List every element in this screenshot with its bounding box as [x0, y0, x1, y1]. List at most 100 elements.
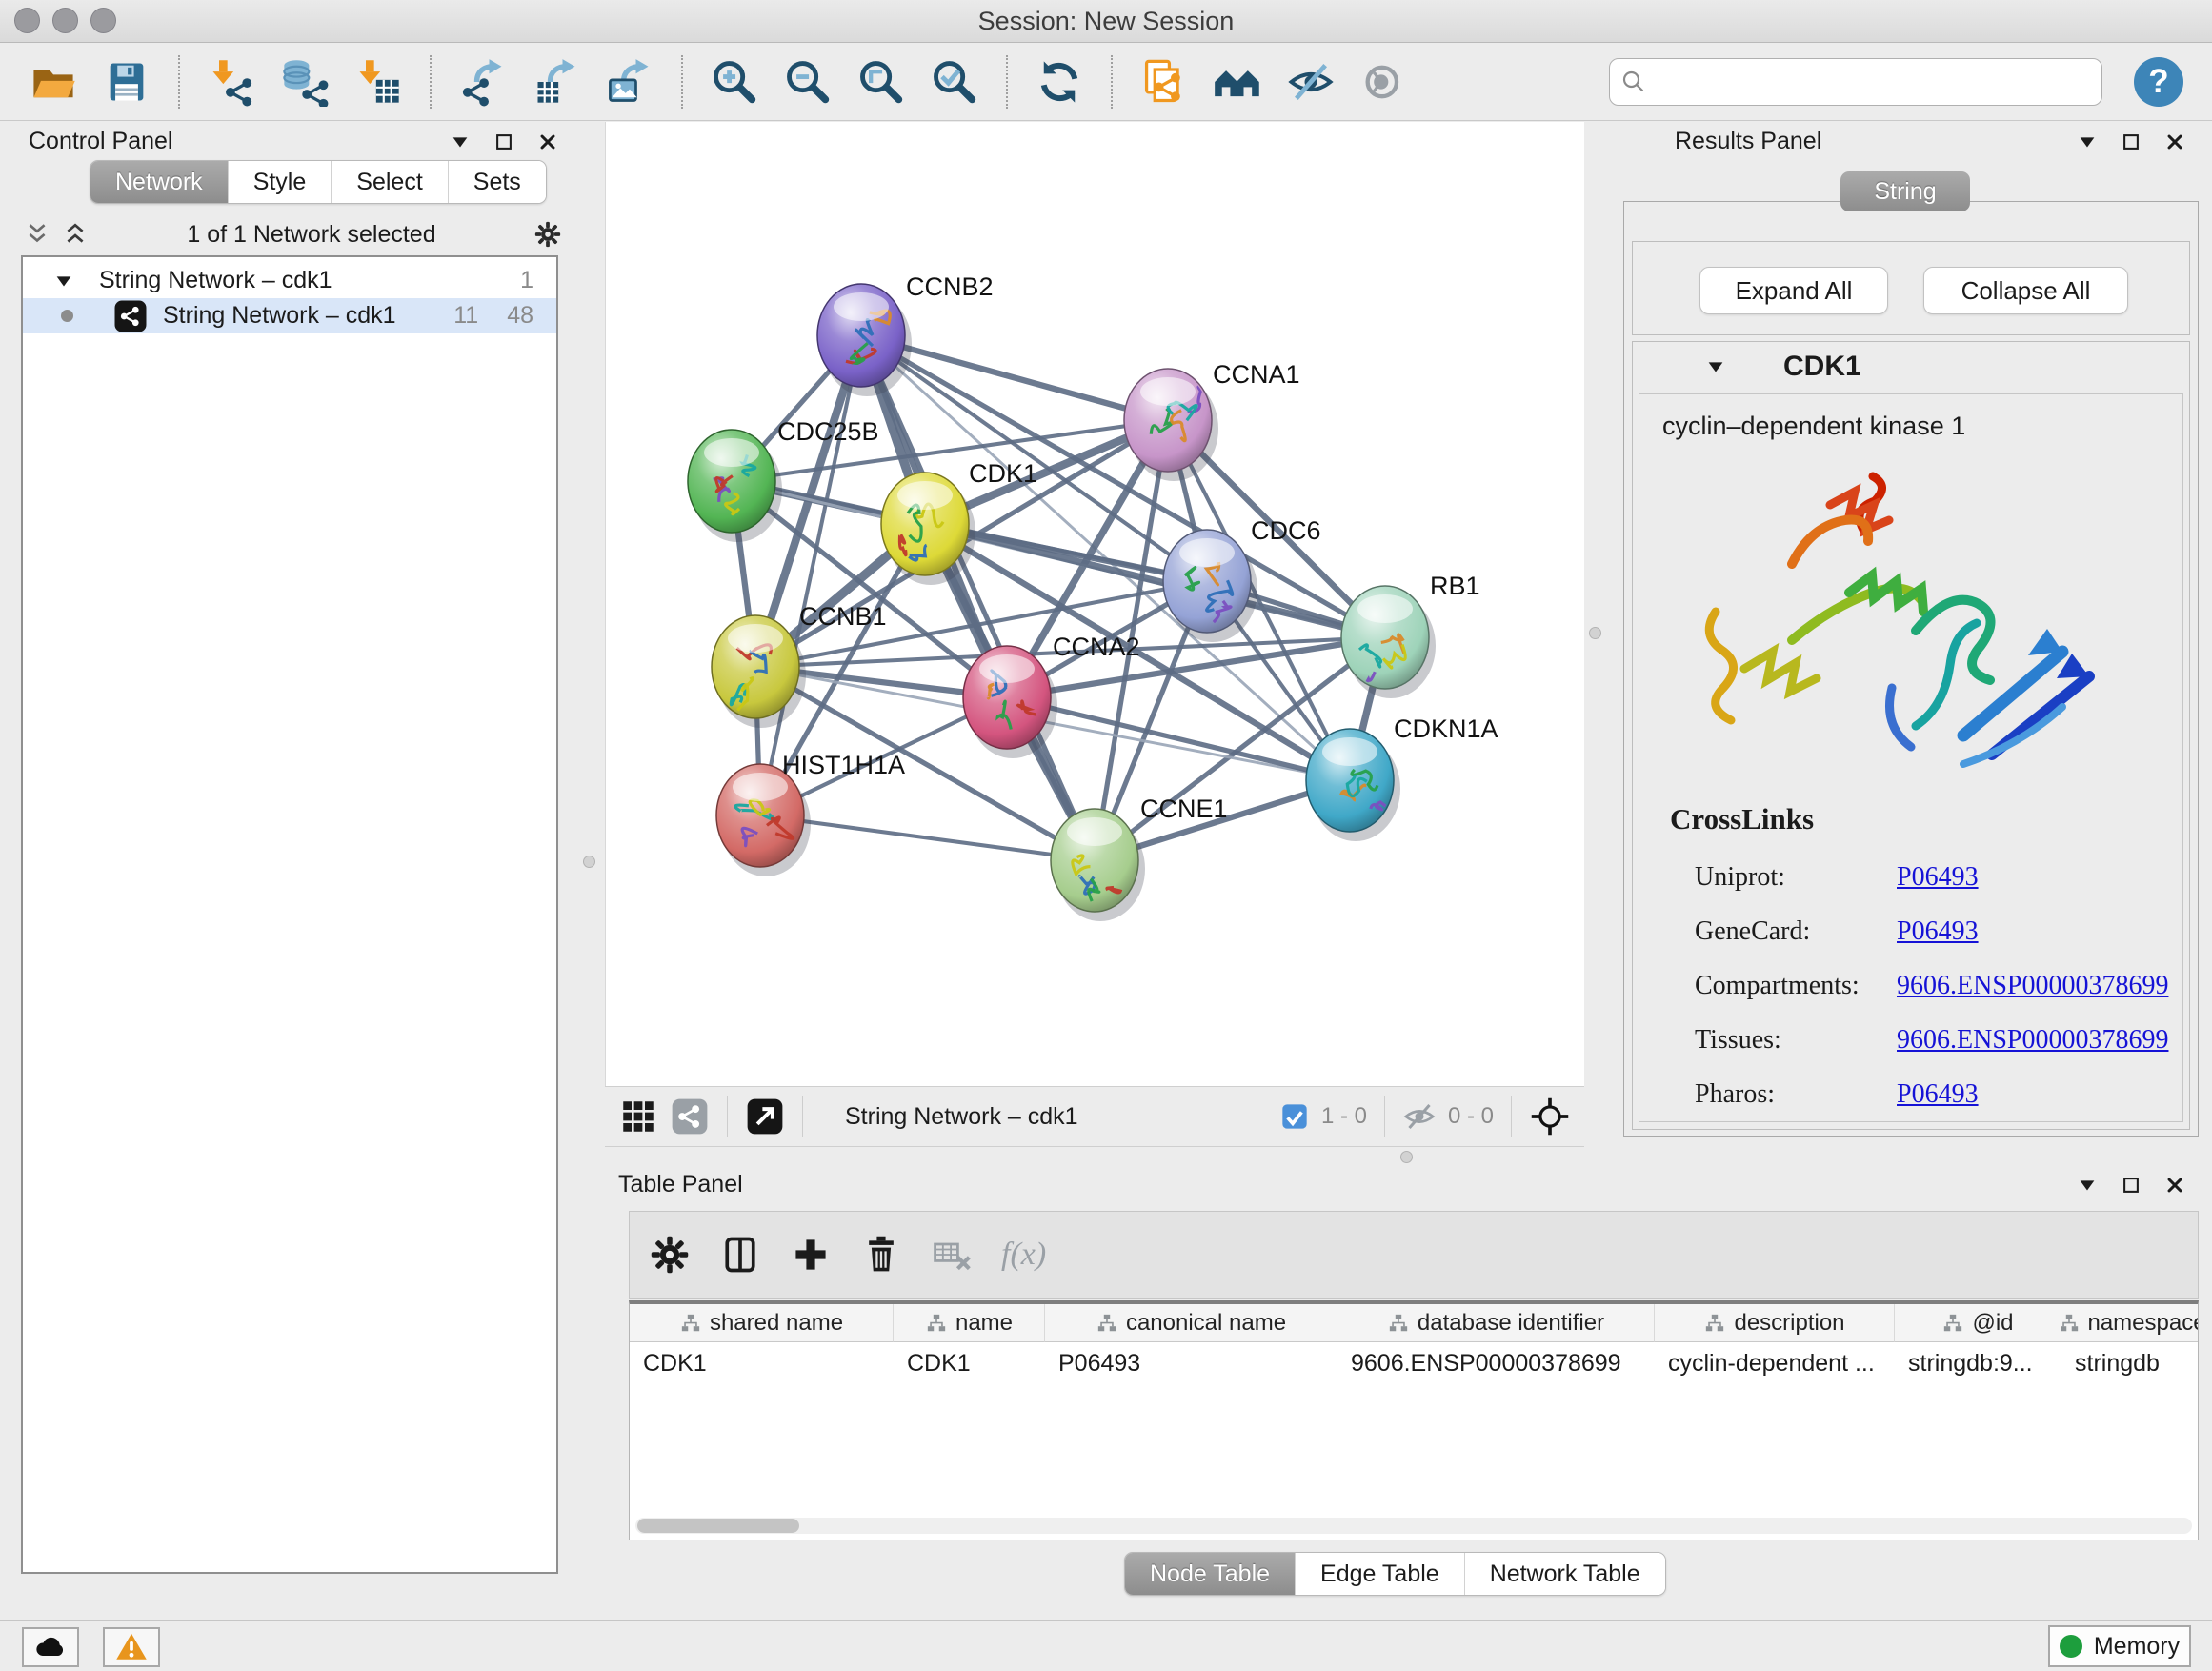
crosslink-value-link[interactable]: P06493 [1897, 1079, 1979, 1110]
graph-node-ccnb2[interactable]: CCNB2 [817, 272, 994, 396]
column-type-icon [2061, 1312, 2080, 1335]
duplicate-network-button[interactable] [1134, 53, 1195, 111]
delete-table-icon [931, 1234, 973, 1276]
panel-close-icon[interactable] [2161, 1171, 2189, 1199]
tab-string[interactable]: String [1840, 171, 1970, 211]
left-splitter-handle[interactable] [583, 856, 595, 868]
crosslink-label: Pharos: [1695, 1079, 1897, 1110]
panel-menu-icon[interactable] [2073, 1171, 2101, 1199]
home-view-button[interactable] [1207, 53, 1268, 111]
zoom-selected-button[interactable] [924, 53, 985, 111]
refresh-button[interactable] [1029, 53, 1090, 111]
import-network-database-button[interactable] [274, 53, 335, 111]
network-collection-row[interactable]: String Network – cdk1 1 [23, 263, 556, 298]
add-column-icon[interactable] [790, 1234, 832, 1276]
tab-network-table[interactable]: Network Table [1464, 1553, 1665, 1595]
tab-node-table[interactable]: Node Table [1125, 1553, 1295, 1595]
save-button[interactable] [96, 53, 157, 111]
show-hidden-button[interactable] [1354, 53, 1415, 111]
search-input[interactable] [1656, 67, 2092, 96]
network-canvas[interactable]: CCNB2CCNA1CDC25BCDK1CDC6RB1CCNB1CCNA2CDK… [605, 122, 1584, 1086]
panel-close-icon[interactable] [533, 128, 562, 156]
search-field[interactable] [1609, 58, 2102, 106]
tab-sets[interactable]: Sets [448, 161, 546, 203]
column-header-shared-name[interactable]: shared name [630, 1304, 894, 1342]
zoom-fit-content-button[interactable] [851, 53, 912, 111]
show-columns-icon[interactable] [719, 1234, 761, 1276]
panel-float-icon[interactable] [2117, 1171, 2145, 1199]
detach-view-icon[interactable] [745, 1097, 785, 1137]
expand-all-button[interactable]: Expand All [1699, 267, 1888, 314]
node-label-ccna1: CCNA1 [1213, 360, 1300, 389]
tab-edge-table[interactable]: Edge Table [1295, 1553, 1464, 1595]
crosslinks-title: CrossLinks [1670, 802, 1814, 836]
panel-float-icon[interactable] [2117, 128, 2145, 156]
gene-name: CDK1 [1783, 351, 1861, 383]
zoom-out-button[interactable] [777, 53, 838, 111]
warnings-button[interactable] [103, 1627, 160, 1667]
right-splitter-handle[interactable] [1589, 627, 1601, 639]
crosshair-icon[interactable] [1529, 1096, 1571, 1137]
panel-close-icon[interactable] [2161, 128, 2189, 156]
tab-select[interactable]: Select [331, 161, 447, 203]
zoom-in-button[interactable] [704, 53, 765, 111]
crosslink-value-link[interactable]: P06493 [1897, 916, 1979, 947]
main-toolbar: ? [0, 43, 2212, 121]
graph-node-rb1[interactable]: RB1 [1341, 572, 1480, 698]
panel-menu-icon[interactable] [446, 128, 474, 156]
graph-node-ccnb1[interactable]: CCNB1 [712, 602, 887, 728]
tab-network[interactable]: Network [90, 161, 228, 203]
column-header-namespace[interactable]: namespace [2061, 1304, 2199, 1342]
results-panel: Results Panel String Expand All Collapse… [1619, 122, 2212, 1160]
column-header-database-identifier[interactable]: database identifier [1337, 1304, 1655, 1342]
collapse-all-button[interactable]: Collapse All [1923, 267, 2128, 314]
export-table-icon [532, 57, 581, 107]
table-cell: stringdb [2061, 1342, 2199, 1384]
column-header-id[interactable]: @id [1895, 1304, 2061, 1342]
tab-style[interactable]: Style [228, 161, 332, 203]
horizontal-scrollbar-thumb[interactable] [637, 1519, 799, 1533]
graph-node-cdk1[interactable]: CDK1 [881, 459, 1037, 585]
column-header-name[interactable]: name [894, 1304, 1045, 1342]
column-type-icon [679, 1312, 702, 1335]
graph-node-cdkn1a[interactable]: CDKN1A [1306, 715, 1498, 841]
graph-node-cdc6[interactable]: CDC6 [1163, 516, 1321, 642]
cloud-button[interactable] [22, 1627, 79, 1667]
hide-selected-button[interactable] [1280, 53, 1341, 111]
node-label-cdkn1a: CDKN1A [1394, 715, 1498, 743]
birds-eye-grid-icon[interactable] [618, 1097, 658, 1137]
open-file-button[interactable] [23, 53, 84, 111]
crosslink-value-link[interactable]: 9606.ENSP00000378699 [1897, 1025, 2168, 1056]
network-overview-share-icon[interactable] [670, 1097, 710, 1137]
network-view-toolbar: String Network – cdk1 1 - 0 0 - 0 [605, 1086, 1584, 1147]
memory-button[interactable]: Memory [2048, 1625, 2191, 1667]
graph-node-hist1h1a[interactable]: HIST1H1A [716, 751, 905, 876]
table-row[interactable]: CDK1CDK1P064939606.ENSP00000378699cyclin… [630, 1342, 2198, 1384]
selected-checkbox-icon[interactable] [1279, 1101, 1310, 1132]
entry-expander-icon[interactable] [1701, 352, 1730, 381]
expand-all-icon[interactable] [61, 220, 90, 249]
graph-node-ccne1[interactable]: CCNE1 [1051, 795, 1228, 921]
export-network-button[interactable] [452, 53, 513, 111]
network-row[interactable]: String Network – cdk1 11 48 [23, 298, 556, 333]
export-image-button[interactable] [599, 53, 660, 111]
column-type-icon [1096, 1312, 1118, 1335]
network-options-gear-icon[interactable] [533, 220, 562, 249]
table-settings-gear-icon[interactable] [649, 1234, 691, 1276]
collapse-all-icon[interactable] [23, 220, 51, 249]
crosslink-value-link[interactable]: 9606.ENSP00000378699 [1897, 971, 2168, 1001]
delete-column-icon[interactable] [860, 1234, 902, 1276]
gene-entry-header[interactable]: CDK1 [1633, 342, 2189, 392]
import-table-button[interactable] [348, 53, 409, 111]
import-network-file-button[interactable] [201, 53, 262, 111]
column-header-canonical-name[interactable]: canonical name [1045, 1304, 1337, 1342]
column-header-description[interactable]: description [1655, 1304, 1895, 1342]
crosslink-value-link[interactable]: P06493 [1897, 862, 1979, 893]
panel-menu-icon[interactable] [2073, 128, 2101, 156]
collection-expander-icon[interactable] [50, 267, 78, 295]
panel-float-icon[interactable] [490, 128, 518, 156]
node-label-rb1: RB1 [1430, 572, 1480, 600]
horizontal-scrollbar[interactable] [635, 1518, 2192, 1534]
export-table-button[interactable] [526, 53, 587, 111]
help-button[interactable]: ? [2134, 57, 2183, 107]
